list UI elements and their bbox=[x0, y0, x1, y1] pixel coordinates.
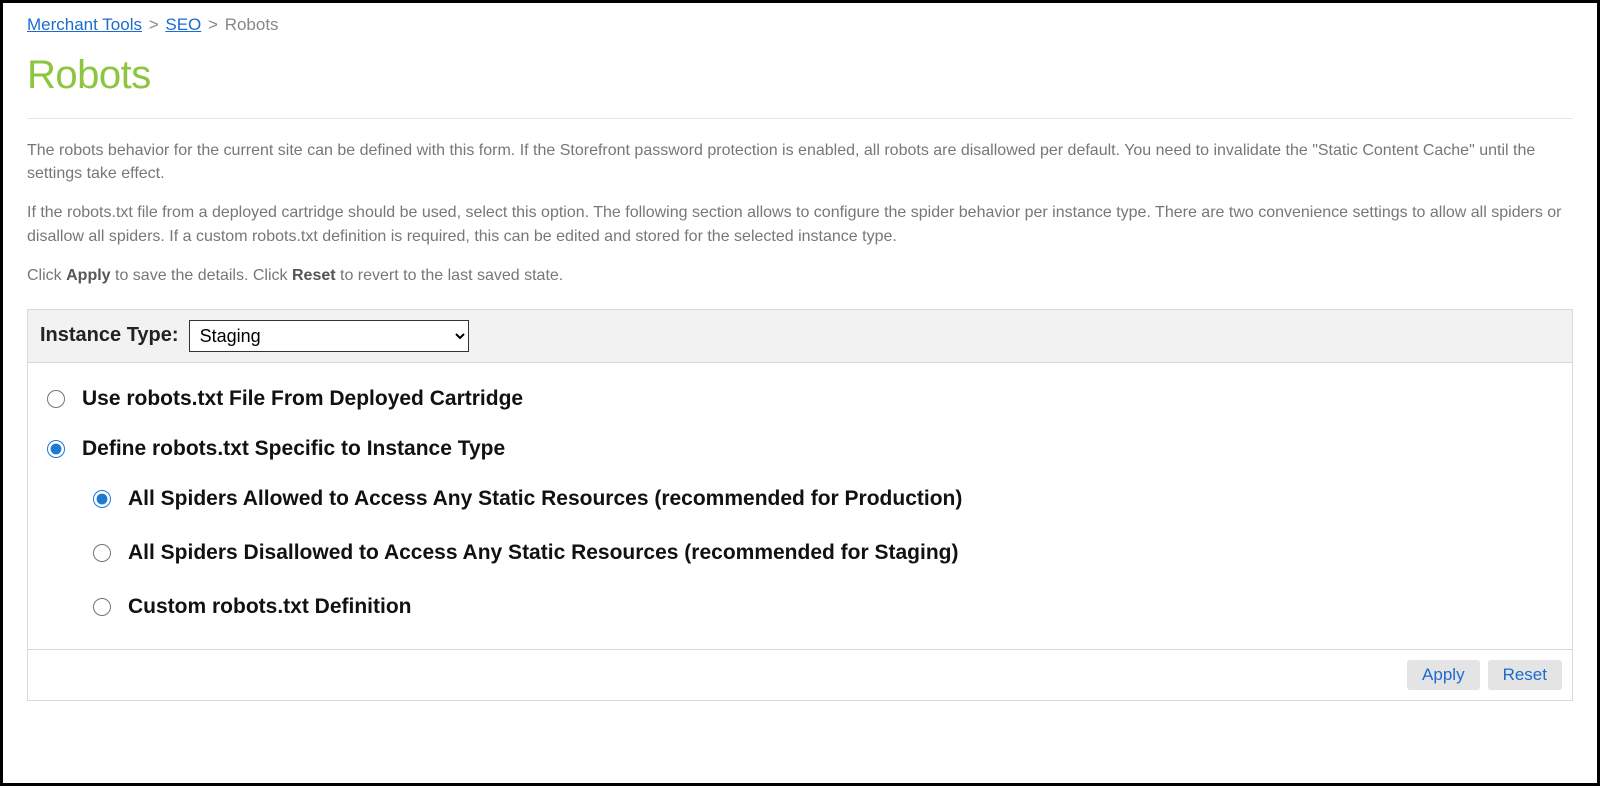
breadcrumb-link-seo[interactable]: SEO bbox=[165, 15, 201, 34]
radio-use-cartridge-label: Use robots.txt File From Deployed Cartri… bbox=[82, 387, 523, 411]
radio-define-specific-row: Define robots.txt Specific to Instance T… bbox=[42, 437, 1558, 461]
radio-disallow-all-label: All Spiders Disallowed to Access Any Sta… bbox=[128, 541, 959, 565]
panel-body: Use robots.txt File From Deployed Cartri… bbox=[28, 363, 1572, 649]
radio-define-specific[interactable] bbox=[47, 440, 65, 458]
instance-type-select[interactable]: Staging bbox=[189, 320, 469, 352]
radio-use-cartridge-row: Use robots.txt File From Deployed Cartri… bbox=[42, 387, 1558, 411]
settings-panel: Instance Type: Staging Use robots.txt Fi… bbox=[27, 309, 1573, 701]
intro-text-pre: Click bbox=[27, 267, 66, 284]
radio-allow-all[interactable] bbox=[93, 490, 111, 508]
breadcrumb-separator: > bbox=[208, 15, 218, 34]
breadcrumb-link-merchant-tools[interactable]: Merchant Tools bbox=[27, 15, 142, 34]
radio-allow-all-row: All Spiders Allowed to Access Any Static… bbox=[88, 487, 1558, 511]
intro-paragraph-2: If the robots.txt file from a deployed c… bbox=[27, 201, 1573, 247]
apply-button[interactable]: Apply bbox=[1407, 660, 1480, 690]
radio-disallow-all-row: All Spiders Disallowed to Access Any Sta… bbox=[88, 541, 1558, 565]
instance-type-label: Instance Type: bbox=[40, 324, 179, 347]
radio-disallow-all[interactable] bbox=[93, 544, 111, 562]
intro-text: The robots behavior for the current site… bbox=[27, 139, 1573, 287]
page-frame: Merchant Tools > SEO > Robots Robots The… bbox=[0, 0, 1600, 786]
intro-text-post: to revert to the last saved state. bbox=[336, 267, 564, 284]
breadcrumb-current: Robots bbox=[225, 15, 279, 34]
radio-use-cartridge[interactable] bbox=[47, 390, 65, 408]
intro-reset-strong: Reset bbox=[292, 267, 336, 284]
radio-custom[interactable] bbox=[93, 598, 111, 616]
radio-custom-label: Custom robots.txt Definition bbox=[128, 595, 411, 619]
radio-allow-all-label: All Spiders Allowed to Access Any Static… bbox=[128, 487, 962, 511]
breadcrumb: Merchant Tools > SEO > Robots bbox=[27, 15, 1573, 35]
intro-paragraph-1: The robots behavior for the current site… bbox=[27, 139, 1573, 185]
intro-paragraph-3: Click Apply to save the details. Click R… bbox=[27, 264, 1573, 287]
divider bbox=[27, 118, 1573, 119]
intro-text-mid: to save the details. Click bbox=[111, 267, 292, 284]
breadcrumb-separator: > bbox=[149, 15, 159, 34]
intro-apply-strong: Apply bbox=[66, 267, 110, 284]
panel-header: Instance Type: Staging bbox=[28, 310, 1572, 363]
radio-custom-row: Custom robots.txt Definition bbox=[88, 595, 1558, 619]
page-title: Robots bbox=[27, 53, 1573, 98]
radio-define-specific-label: Define robots.txt Specific to Instance T… bbox=[82, 437, 505, 461]
panel-footer: Apply Reset bbox=[28, 649, 1572, 700]
sub-options: All Spiders Allowed to Access Any Static… bbox=[88, 487, 1558, 619]
reset-button[interactable]: Reset bbox=[1488, 660, 1562, 690]
